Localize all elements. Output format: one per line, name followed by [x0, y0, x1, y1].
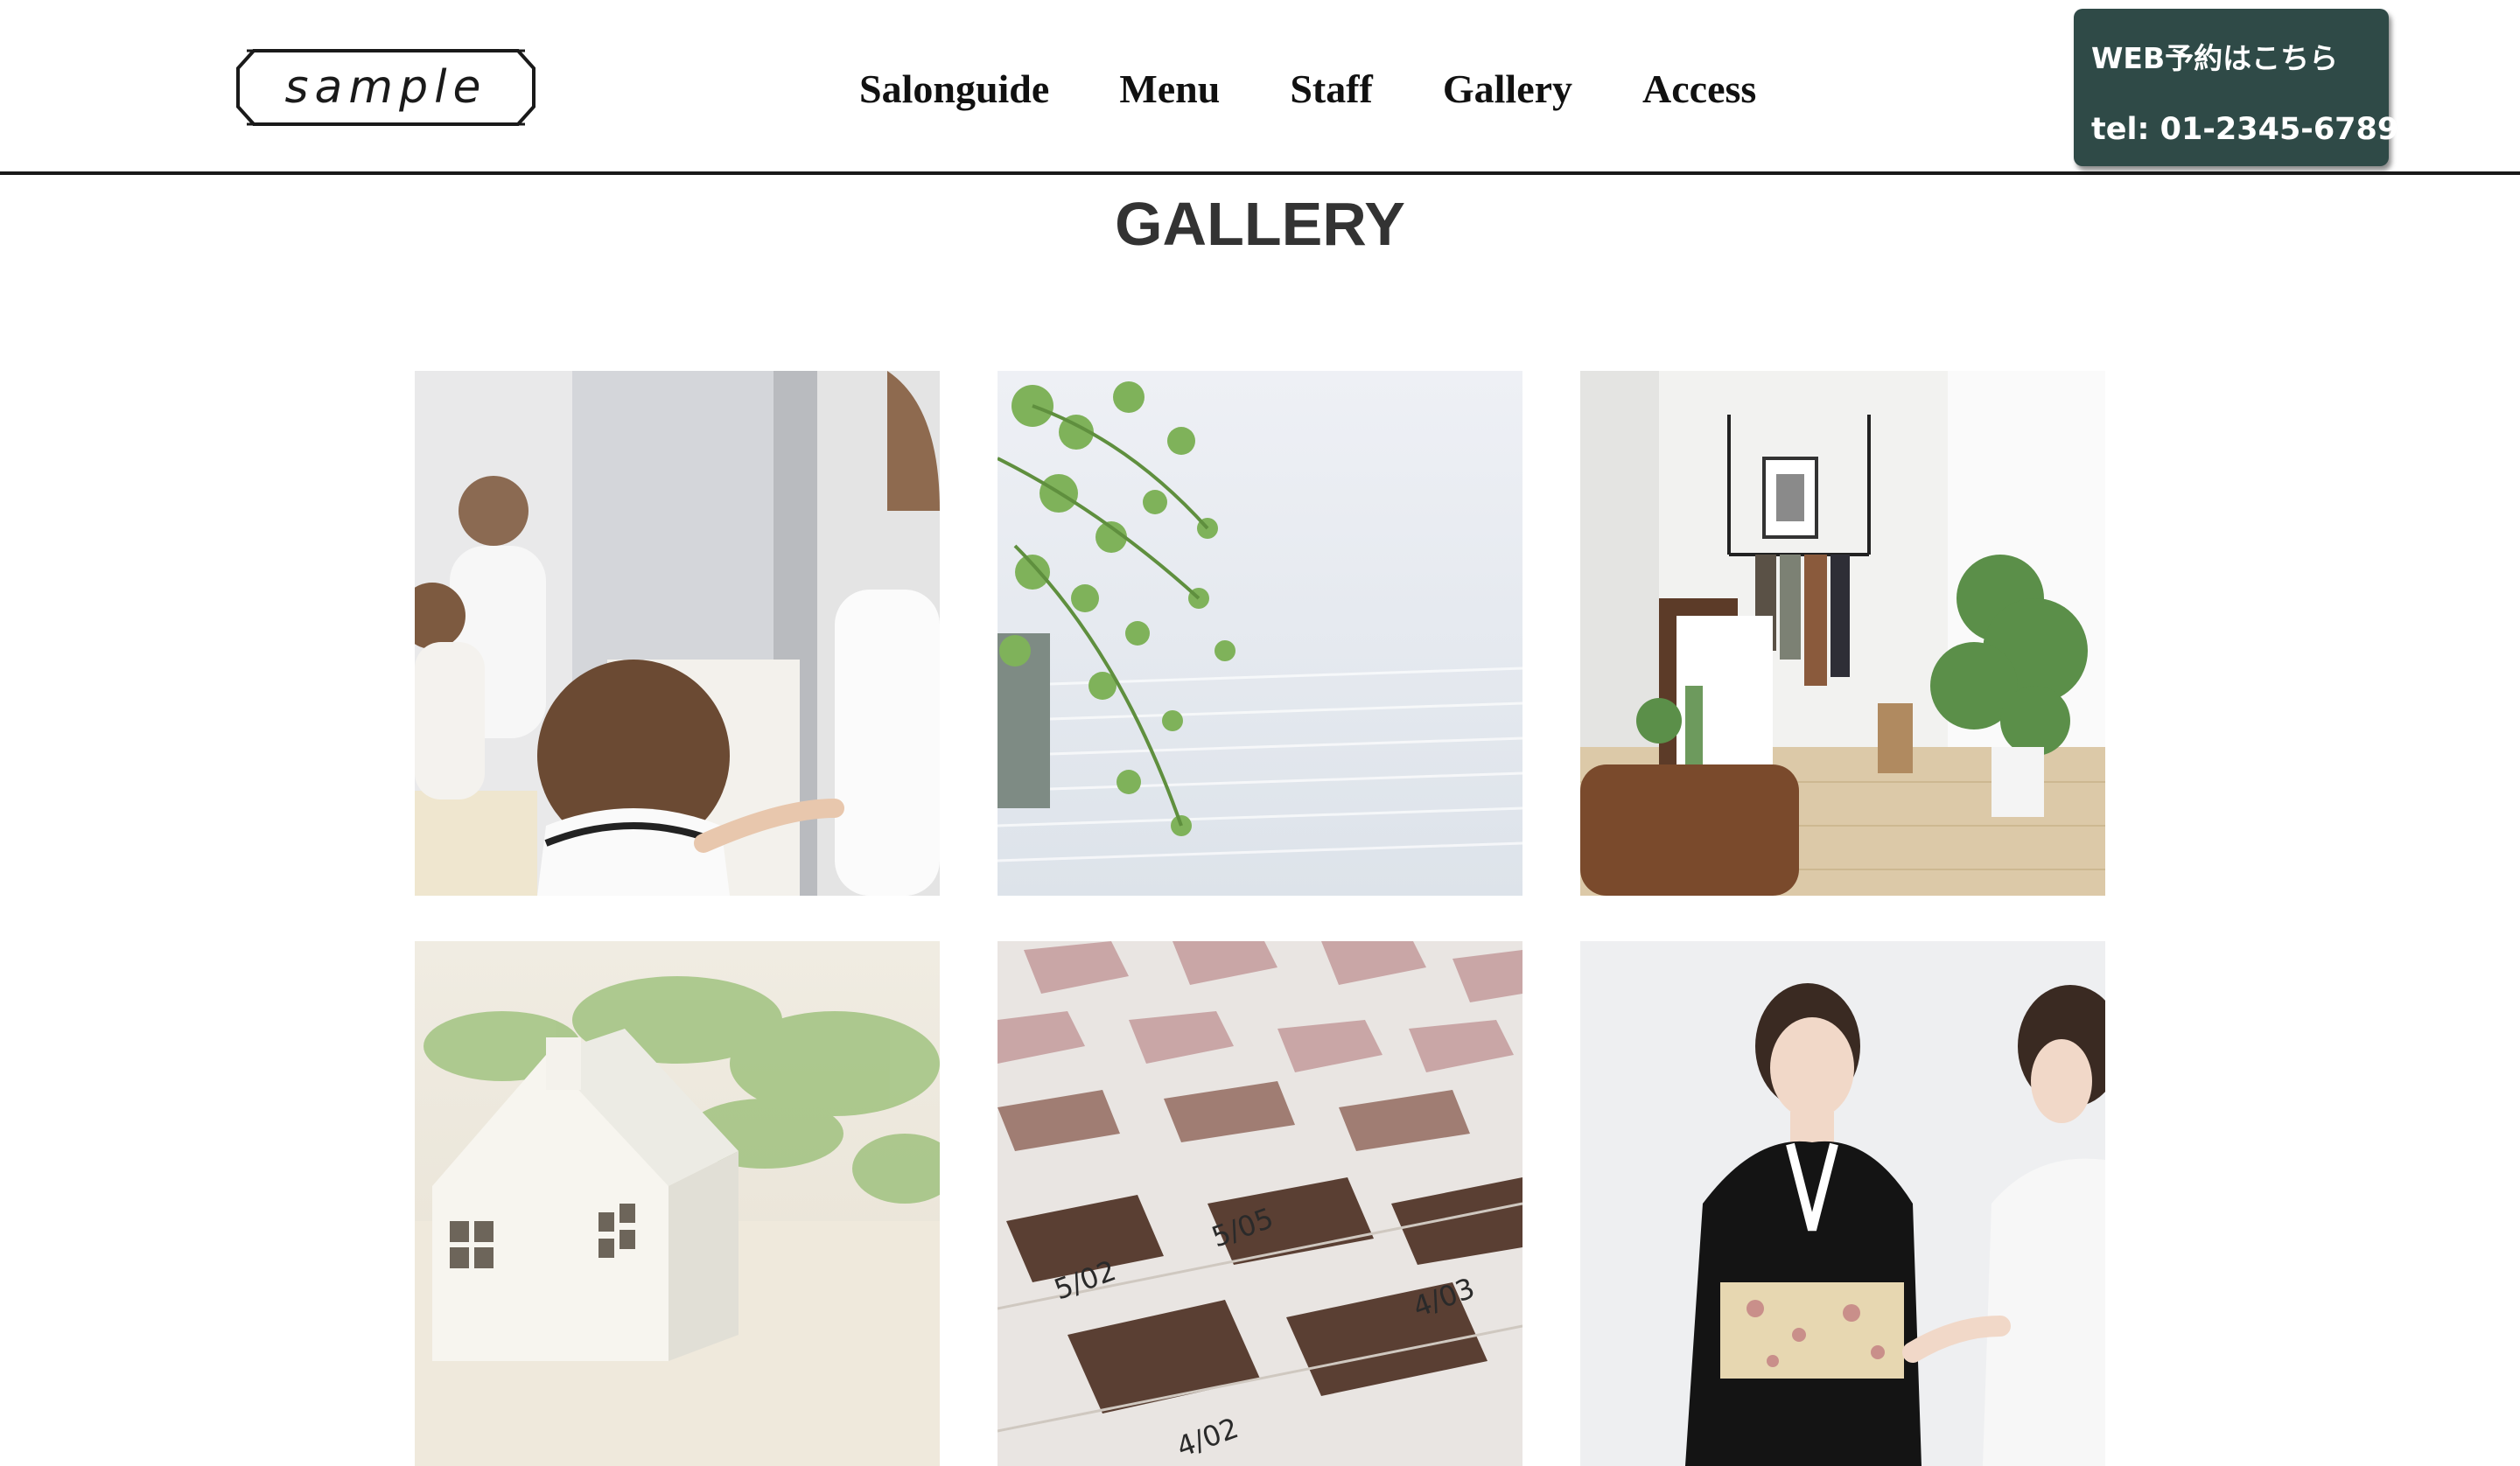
- site-header: sample Salonguide Menu Staff Gallery Acc…: [0, 0, 2520, 175]
- miniature-house-photo: [415, 941, 940, 1466]
- nav-gallery[interactable]: Gallery: [1443, 66, 1572, 112]
- main-nav: Salonguide Menu Staff Gallery Access: [859, 61, 1756, 115]
- gallery-item-green-plant[interactable]: [998, 371, 1522, 896]
- salon-interior-photo: [1580, 371, 2105, 896]
- reservation-label: WEB予約はこちら: [2091, 41, 2339, 75]
- nav-access[interactable]: Access: [1642, 66, 1756, 112]
- gallery-item-hair-color-swatches[interactable]: 5/02 5/05 4/03 4/02: [998, 941, 1522, 1466]
- page-title: GALLERY: [1115, 190, 1405, 258]
- gallery-item-kimono-dressing[interactable]: [1580, 941, 2105, 1466]
- logo-text: sample: [284, 61, 487, 114]
- gallery-item-miniature-house[interactable]: [415, 941, 940, 1466]
- reservation-phone: tel: 01-2345-6789: [2091, 112, 2399, 147]
- green-plant-photo: [998, 371, 1522, 896]
- hair-color-swatches-photo: 5/02 5/05 4/03 4/02: [998, 941, 1522, 1466]
- web-reservation-button[interactable]: WEB予約はこちら tel: 01-2345-6789: [2074, 9, 2398, 166]
- gallery-item-salon-styling[interactable]: [415, 371, 940, 896]
- gallery-item-salon-interior[interactable]: [1580, 371, 2105, 896]
- nav-staff[interactable]: Staff: [1290, 66, 1373, 112]
- kimono-dressing-photo: [1580, 941, 2105, 1466]
- nav-salonguide[interactable]: Salonguide: [859, 66, 1049, 112]
- nav-menu[interactable]: Menu: [1119, 66, 1220, 112]
- site-logo[interactable]: sample: [234, 47, 537, 128]
- salon-styling-photo: [415, 371, 940, 896]
